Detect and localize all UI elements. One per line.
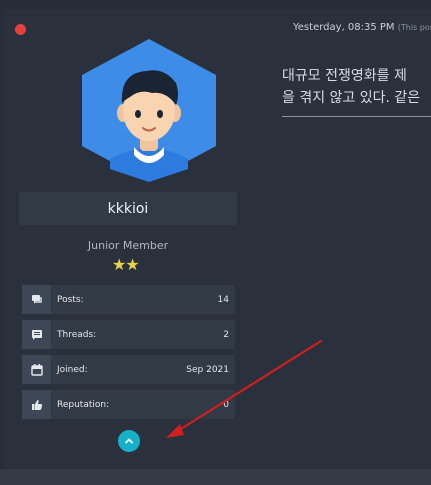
annotation-arrow-icon [166,339,323,438]
page: Yesterday, 08:35 PM (This post kkkioi Ju… [0,0,431,485]
